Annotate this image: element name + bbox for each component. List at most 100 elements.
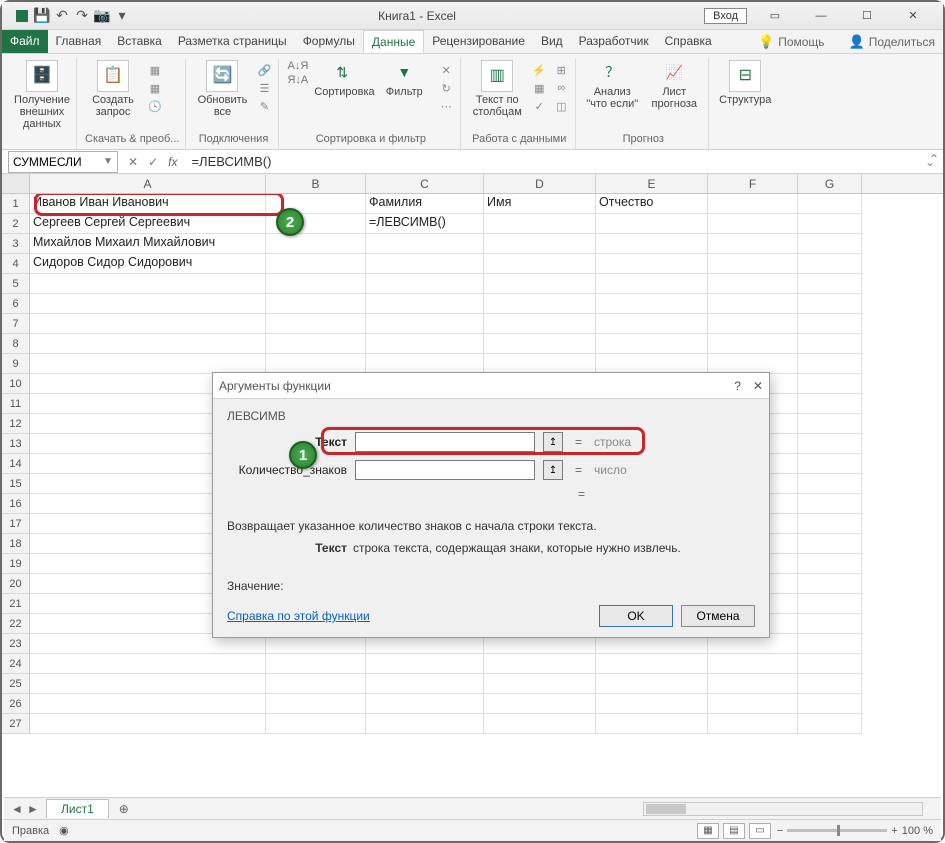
zoom-level[interactable]: 100 %: [902, 825, 933, 837]
cell[interactable]: [366, 354, 484, 374]
cell[interactable]: [366, 654, 484, 674]
tab-review[interactable]: Рецензирование: [424, 30, 533, 53]
dialog-close-icon[interactable]: ✕: [753, 379, 763, 393]
cell[interactable]: [798, 194, 862, 214]
cell[interactable]: [798, 254, 862, 274]
cell[interactable]: [266, 314, 366, 334]
maximize-button[interactable]: ☐: [849, 6, 885, 26]
cell[interactable]: [484, 294, 596, 314]
enter-formula-icon[interactable]: ✓: [148, 155, 158, 169]
cell[interactable]: [596, 234, 708, 254]
cell[interactable]: Сидоров Сидор Сидорович: [30, 254, 266, 274]
cell[interactable]: [366, 294, 484, 314]
collapse-ribbon-icon[interactable]: ⌃: [929, 152, 939, 166]
row-header[interactable]: 5: [2, 274, 30, 294]
relationships-button[interactable]: ∞: [553, 80, 569, 96]
cell[interactable]: [798, 614, 862, 634]
dialog-help-icon[interactable]: ?: [734, 379, 741, 393]
row-header[interactable]: 26: [2, 694, 30, 714]
arg-input-count[interactable]: [355, 460, 535, 480]
col-header-g[interactable]: G: [798, 174, 862, 193]
cell[interactable]: [484, 674, 596, 694]
cell[interactable]: [708, 694, 798, 714]
collapse-dialog-icon[interactable]: ↥: [543, 460, 563, 480]
name-box-dropdown-icon[interactable]: ▼: [103, 156, 113, 167]
page-layout-view-icon[interactable]: ▤: [723, 823, 745, 839]
zoom-slider[interactable]: [787, 829, 887, 832]
redo-icon[interactable]: ↷: [74, 8, 90, 24]
cell[interactable]: [366, 254, 484, 274]
outline-button[interactable]: ⊟ Структура: [717, 60, 773, 106]
cell[interactable]: [30, 334, 266, 354]
tab-insert[interactable]: Вставка: [109, 30, 170, 53]
dialog-help-link[interactable]: Справка по этой функции: [227, 609, 370, 623]
row-header[interactable]: 2: [2, 214, 30, 234]
cell[interactable]: [596, 674, 708, 694]
cell[interactable]: [798, 314, 862, 334]
cell[interactable]: Михайлов Михаил Михайлович: [30, 234, 266, 254]
cell[interactable]: [596, 334, 708, 354]
cell[interactable]: [708, 294, 798, 314]
col-header-f[interactable]: F: [708, 174, 798, 193]
select-all-corner[interactable]: [2, 174, 30, 193]
tab-data[interactable]: Данные: [363, 30, 424, 53]
refresh-all-button[interactable]: 🔄 Обновить все: [194, 60, 250, 118]
row-header[interactable]: 18: [2, 534, 30, 554]
cell[interactable]: [484, 254, 596, 274]
cell[interactable]: [798, 494, 862, 514]
cell[interactable]: [596, 354, 708, 374]
row-header[interactable]: 3: [2, 234, 30, 254]
cell[interactable]: [266, 254, 366, 274]
zoom-out-icon[interactable]: −: [777, 825, 783, 837]
row-header[interactable]: 15: [2, 474, 30, 494]
text-to-columns-button[interactable]: ▥ Текст по столбцам: [469, 60, 525, 118]
cell[interactable]: [596, 254, 708, 274]
minimize-button[interactable]: —: [803, 6, 839, 26]
row-header[interactable]: 7: [2, 314, 30, 334]
row-header[interactable]: 14: [2, 454, 30, 474]
sort-button[interactable]: ⇅ Сортировка: [314, 60, 370, 98]
remove-dup-button[interactable]: ▦: [531, 80, 547, 96]
cell[interactable]: [798, 294, 862, 314]
cell[interactable]: [596, 714, 708, 734]
name-box[interactable]: СУММЕСЛИ ▼: [8, 151, 118, 173]
cell[interactable]: [798, 634, 862, 654]
cell[interactable]: [30, 714, 266, 734]
camera-icon[interactable]: 📷: [94, 8, 110, 24]
tell-me-label[interactable]: Помощь: [778, 35, 824, 49]
cell[interactable]: [798, 594, 862, 614]
tab-developer[interactable]: Разработчик: [571, 30, 657, 53]
cell[interactable]: [30, 694, 266, 714]
cell[interactable]: [798, 234, 862, 254]
cell[interactable]: [708, 254, 798, 274]
row-header[interactable]: 12: [2, 414, 30, 434]
col-header-e[interactable]: E: [596, 174, 708, 193]
row-header[interactable]: 9: [2, 354, 30, 374]
cell[interactable]: [798, 394, 862, 414]
row-header[interactable]: 4: [2, 254, 30, 274]
cell[interactable]: [798, 574, 862, 594]
signin-button[interactable]: Вход: [704, 8, 747, 24]
cell[interactable]: Иванов Иван Иванович: [30, 194, 266, 214]
cell[interactable]: [366, 234, 484, 254]
zoom-in-icon[interactable]: +: [891, 825, 897, 837]
cell[interactable]: [266, 694, 366, 714]
cell[interactable]: [596, 274, 708, 294]
collapse-dialog-icon[interactable]: ↥: [543, 432, 563, 452]
row-header[interactable]: 22: [2, 614, 30, 634]
recent-sources-button[interactable]: 🕓: [147, 98, 163, 114]
data-model-button[interactable]: ◫: [553, 98, 569, 114]
cell[interactable]: [798, 654, 862, 674]
cell[interactable]: [484, 694, 596, 714]
tab-page-layout[interactable]: Разметка страницы: [170, 30, 295, 53]
horizontal-scrollbar[interactable]: [643, 802, 923, 816]
cell[interactable]: [798, 694, 862, 714]
row-header[interactable]: 17: [2, 514, 30, 534]
row-header[interactable]: 21: [2, 594, 30, 614]
advanced-button[interactable]: ⋯: [438, 98, 454, 114]
ok-button[interactable]: OK: [599, 605, 673, 627]
col-header-c[interactable]: C: [366, 174, 484, 193]
add-sheet-icon[interactable]: ⊕: [109, 802, 139, 816]
cell[interactable]: Сергеев Сергей Сергеевич: [30, 214, 266, 234]
formula-input[interactable]: [187, 154, 916, 169]
